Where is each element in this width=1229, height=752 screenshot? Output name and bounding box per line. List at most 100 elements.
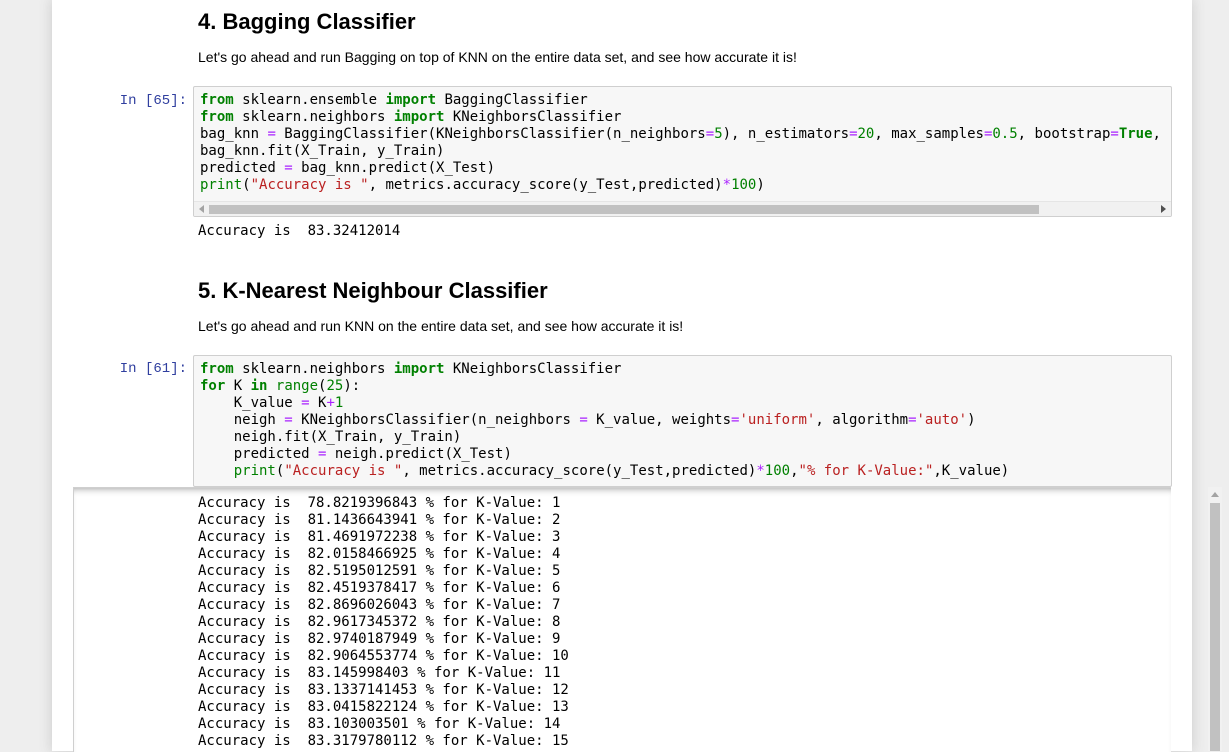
scrollbar-thumb[interactable]	[209, 205, 1039, 214]
output-line: Accuracy is 82.4519378417 % for K-Value:…	[198, 580, 561, 596]
code-token: KNeighborsClassifier	[444, 361, 622, 377]
code-token: 25	[326, 378, 344, 394]
output-line: Accuracy is 83.3179780112 % for K-Value:…	[198, 733, 569, 749]
output-line: Accuracy is 82.0158466925 % for K-Value:…	[198, 546, 561, 562]
code-token: =	[1110, 126, 1119, 142]
code-token: neigh.predict(X_Test)	[326, 446, 512, 462]
code-token: 100	[764, 463, 791, 479]
code-token: *	[722, 177, 732, 193]
code-token: KNeighborsClassifier(n_neighbors	[292, 412, 580, 428]
code-token: 1	[334, 395, 344, 411]
code-token: bag_knn	[200, 126, 268, 142]
code-token: neigh.fit(X_Train, y_Train)	[200, 429, 462, 445]
code-cell-61[interactable]: from sklearn.neighbors import KNeighbors…	[193, 355, 1172, 487]
code-line: print("Accuracy is ", metrics.accuracy_s…	[200, 463, 1171, 480]
code-token: KNeighborsClassifier	[444, 109, 622, 125]
section-description-bagging: Let's go ahead and run Bagging on top of…	[198, 49, 797, 65]
notebook-container: 4. Bagging Classifier Let's go ahead and…	[52, 0, 1222, 752]
code-line: K_value = K+1	[200, 395, 1171, 412]
input-prompt-61: In [61]:	[119, 361, 187, 377]
code-token: K	[225, 378, 251, 394]
code-token: K_value	[200, 395, 302, 411]
code-token: )	[967, 412, 976, 428]
code-token: ,K_value)	[933, 463, 1010, 479]
code-token: =	[284, 412, 293, 428]
code-line: from sklearn.ensemble import BaggingClas…	[200, 92, 1171, 109]
code-token: 0.5	[992, 126, 1018, 142]
output-line: Accuracy is 82.9064553774 % for K-Value:…	[198, 648, 569, 664]
code-token: "Accuracy is "	[284, 463, 403, 479]
code-token: import	[385, 92, 437, 108]
output-line: Accuracy is 81.4691972238 % for K-Value:…	[198, 529, 561, 545]
code-token: ):	[343, 378, 361, 394]
code-token: )	[756, 177, 765, 193]
code-token: 20	[857, 126, 875, 142]
code-token: sklearn.neighbors	[233, 361, 394, 377]
code-token: ), n_estimators	[722, 126, 850, 142]
code-token: "Accuracy is "	[250, 177, 369, 193]
vertical-scrollbar[interactable]	[1208, 487, 1222, 751]
code-token: +	[326, 395, 335, 411]
code-token: BaggingClassifier	[436, 92, 588, 108]
section-heading-bagging: 4. Bagging Classifier	[198, 9, 416, 34]
code-token: range	[275, 378, 319, 394]
code-line: from sklearn.neighbors import KNeighbors…	[200, 361, 1171, 378]
code-token: K	[309, 395, 327, 411]
code-token: sklearn.ensemble	[233, 92, 386, 108]
code-token: *	[756, 463, 765, 479]
code-line: predicted = neigh.predict(X_Test)	[200, 446, 1171, 463]
code-token: ,	[1152, 126, 1161, 142]
scroll-up-icon[interactable]	[1211, 492, 1219, 497]
code-token: =	[849, 126, 858, 142]
code-token: , metrics.accuracy_score(y_Test,predicte…	[368, 177, 723, 193]
code-token: K_value, weights	[587, 412, 732, 428]
output-scroll-area[interactable]: Accuracy is 78.8219396843 % for K-Value:…	[73, 487, 1171, 752]
code-token: BaggingClassifier(KNeighborsClassifier(n…	[275, 126, 706, 142]
code-token: from	[200, 92, 234, 108]
code-editor-61[interactable]: from sklearn.neighbors import KNeighbors…	[194, 356, 1171, 480]
output-line: Accuracy is 83.145998403 % for K-Value: …	[198, 665, 561, 681]
code-token: , metrics.accuracy_score(y_Test,predicte…	[402, 463, 757, 479]
code-line: neigh = KNeighborsClassifier(n_neighbors…	[200, 412, 1171, 429]
output-65: Accuracy is 83.32412014	[198, 223, 401, 239]
scroll-right-icon[interactable]	[1161, 205, 1166, 213]
code-token: predicted	[200, 160, 285, 176]
code-editor-65[interactable]: from sklearn.ensemble import BaggingClas…	[194, 87, 1171, 194]
code-token: 'auto'	[916, 412, 968, 428]
code-token: predicted	[200, 446, 319, 462]
output-line: Accuracy is 83.1337141453 % for K-Value:…	[198, 682, 569, 698]
code-token: from	[200, 109, 234, 125]
code-line: for K in range(25):	[200, 378, 1171, 395]
code-token: import	[393, 109, 445, 125]
code-token: import	[393, 361, 445, 377]
code-token: =	[301, 395, 310, 411]
code-token: =	[705, 126, 715, 142]
scrollbar-thumb[interactable]	[1210, 503, 1220, 751]
code-token: sklearn.neighbors	[233, 109, 394, 125]
code-token: ,	[790, 463, 799, 479]
code-token: , algorithm	[815, 412, 909, 428]
input-prompt-65: In [65]:	[119, 93, 187, 109]
code-line: from sklearn.neighbors import KNeighbors…	[200, 109, 1171, 126]
code-token: 'uniform'	[739, 412, 816, 428]
horizontal-scrollbar[interactable]	[194, 201, 1171, 216]
code-token: =	[908, 412, 917, 428]
code-token: , max_samples	[874, 126, 984, 142]
code-token: neigh	[200, 412, 285, 428]
output-line: Accuracy is 82.9617345372 % for K-Value:…	[198, 614, 561, 630]
code-token: bag_knn.predict(X_Test)	[292, 160, 496, 176]
code-line: bag_knn.fit(X_Train, y_Train)	[200, 143, 1171, 160]
code-line: predicted = bag_knn.predict(X_Test)	[200, 160, 1171, 177]
code-line: neigh.fit(X_Train, y_Train)	[200, 429, 1171, 446]
scroll-left-icon[interactable]	[199, 205, 204, 213]
code-token: for	[200, 378, 226, 394]
code-cell-65[interactable]: from sklearn.ensemble import BaggingClas…	[193, 86, 1172, 217]
code-token: print	[233, 463, 276, 479]
output-line: Accuracy is 82.8696026043 % for K-Value:…	[198, 597, 561, 613]
section-description-knn: Let's go ahead and run KNN on the entire…	[198, 318, 684, 334]
output-line: Accuracy is 83.103003501 % for K-Value: …	[198, 716, 561, 732]
output-line: Accuracy is 83.0415822124 % for K-Value:…	[198, 699, 569, 715]
code-token: 100	[731, 177, 757, 193]
